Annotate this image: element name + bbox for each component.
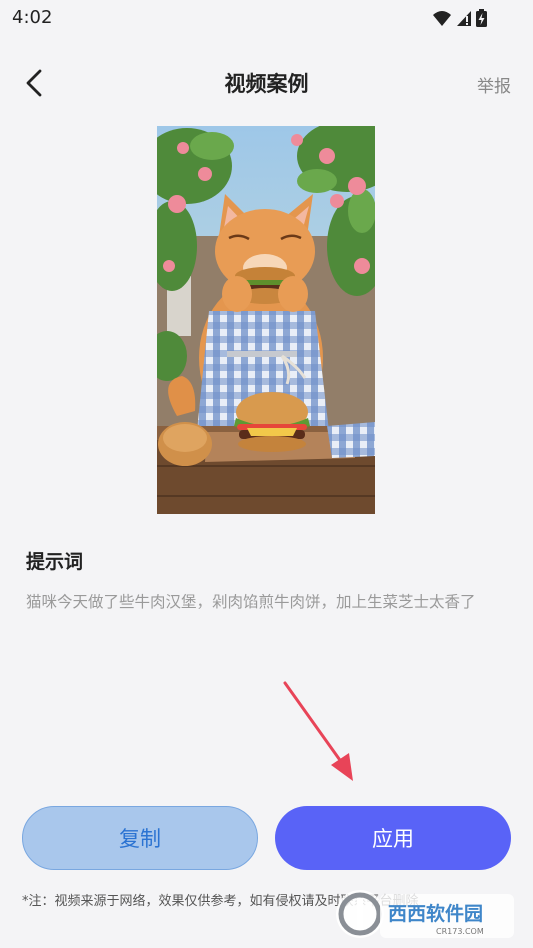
- watermark-brand: 西西软件园: [388, 902, 483, 925]
- wifi-icon: [433, 11, 451, 26]
- watermark-domain: CR173.COM: [436, 927, 484, 936]
- status-time: 4:02: [12, 7, 53, 28]
- battery-charging-icon: [476, 9, 487, 27]
- header: 视频案例 举报: [0, 56, 533, 110]
- page-title: 视频案例: [224, 72, 309, 96]
- status-bar: 4:02: [0, 0, 533, 36]
- copy-button[interactable]: 复制: [22, 806, 258, 870]
- watermark-logo: 西西软件园 CR173.COM: [336, 890, 514, 938]
- prompt-heading: 提示词: [26, 551, 84, 573]
- prompt-text: 猫咪今天做了些牛肉汉堡，剁肉馅煎牛肉饼，加上生菜芝士太香了: [26, 593, 476, 611]
- video-thumbnail[interactable]: [157, 126, 375, 514]
- report-button[interactable]: 举报: [477, 72, 511, 97]
- annotation-arrow-icon: [283, 681, 353, 781]
- status-icons: [433, 9, 487, 27]
- cell-signal-icon: [457, 11, 471, 26]
- video-preview-image: [157, 126, 375, 514]
- apply-button[interactable]: 应用: [275, 806, 511, 870]
